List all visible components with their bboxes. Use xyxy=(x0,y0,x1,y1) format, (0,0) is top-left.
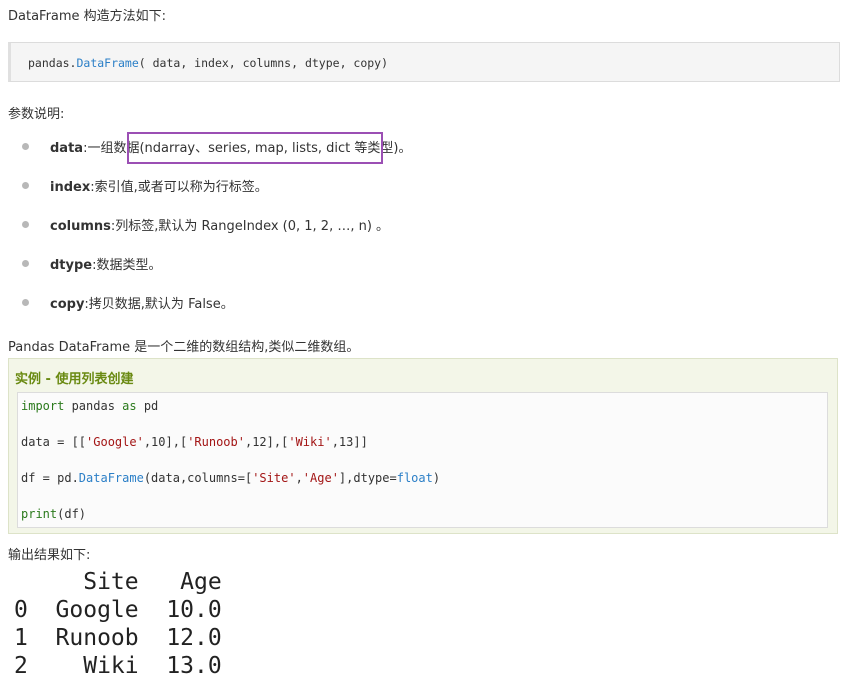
example-code-block: import pandas as pd data = [['Google',10… xyxy=(17,392,828,528)
code-text: df = pd. xyxy=(21,471,79,485)
string: 'Site' xyxy=(252,471,296,485)
string: 'Age' xyxy=(302,471,339,485)
param-desc: :拷贝数据,默认为 False。 xyxy=(84,297,234,312)
param-desc: :索引值,或者可以称为行标签。 xyxy=(90,180,268,195)
output-line: 0 Google 10.0 xyxy=(14,597,222,623)
output-block: Site Age 0 Google 10.0 1 Runoob 12.0 2 Wiki… xyxy=(14,568,222,680)
code-text: pandas xyxy=(64,399,123,413)
code-text: ,10],[ xyxy=(143,435,188,449)
bullet-icon xyxy=(22,221,29,228)
list-item: dtype:数据类型。 xyxy=(20,257,411,296)
code-text: ,13]] xyxy=(331,435,368,449)
constructor-code-block: pandas.DataFrame( data, index, columns, … xyxy=(8,42,840,82)
param-desc: :列标签,默认为 RangeIndex (0, 1, 2, …, n) 。 xyxy=(110,219,390,234)
keyword: as xyxy=(122,399,137,413)
param-name: index xyxy=(50,180,91,195)
code-text: data = [[ xyxy=(21,435,87,449)
code-line: import pandas as pd xyxy=(21,399,827,435)
string: 'Google' xyxy=(86,435,144,449)
intro-text: DataFrame 构造方法如下: xyxy=(8,9,167,24)
code-line: df = pd.DataFrame(data,columns=['Site','… xyxy=(21,471,827,507)
params-list: data:一组数据(ndarray、series, map, lists, di… xyxy=(20,140,411,335)
code-text: (df) xyxy=(57,507,87,521)
keyword: import xyxy=(21,399,65,413)
output-line: 2 Wiki 13.0 xyxy=(14,653,222,679)
keyword: float xyxy=(396,471,433,485)
class-name: DataFrame xyxy=(78,471,144,485)
output-line: 1 Runoob 12.0 xyxy=(14,625,222,651)
code-text: ,12],[ xyxy=(244,435,289,449)
code-prefix: pandas. xyxy=(28,56,77,70)
bullet-icon xyxy=(22,260,29,267)
param-name: dtype xyxy=(50,258,93,273)
output-line: Site Age xyxy=(14,569,222,595)
param-name: copy xyxy=(50,297,85,312)
highlight-box xyxy=(127,132,383,164)
code-line: print(df) xyxy=(21,507,827,543)
bullet-icon xyxy=(22,299,29,306)
code-line: data = [['Google',10],['Runoob',12],['Wi… xyxy=(21,435,827,471)
keyword: print xyxy=(21,507,58,521)
code-args: ( data, index, columns, dtype, copy) xyxy=(138,56,389,70)
list-item: index:索引值,或者可以称为行标签。 xyxy=(20,179,411,218)
code-text: pd xyxy=(136,399,159,413)
example-title: 实例 - 使用列表创建 xyxy=(15,372,134,387)
string: 'Runoob' xyxy=(187,435,245,449)
param-desc: :数据类型。 xyxy=(92,258,162,273)
code-text: , xyxy=(295,471,303,485)
code-text: (data,columns=[ xyxy=(143,471,253,485)
list-item: copy:拷贝数据,默认为 False。 xyxy=(20,296,411,335)
example-box: 实例 - 使用列表创建 import pandas as pd data = [… xyxy=(8,358,838,534)
bullet-icon xyxy=(22,182,29,189)
description-text: Pandas DataFrame 是一个二维的数组结构,类似二维数组。 xyxy=(8,340,360,355)
params-title: 参数说明: xyxy=(8,107,65,122)
output-title: 输出结果如下: xyxy=(8,548,91,563)
list-item: columns:列标签,默认为 RangeIndex (0, 1, 2, …, … xyxy=(20,218,411,257)
code-text: ) xyxy=(432,471,441,485)
string: 'Wiki' xyxy=(288,435,332,449)
param-name: data xyxy=(50,141,84,156)
bullet-icon xyxy=(22,143,29,150)
code-fn-name: DataFrame xyxy=(76,56,139,70)
param-name: columns xyxy=(50,219,111,234)
code-text: ],dtype= xyxy=(338,471,397,485)
